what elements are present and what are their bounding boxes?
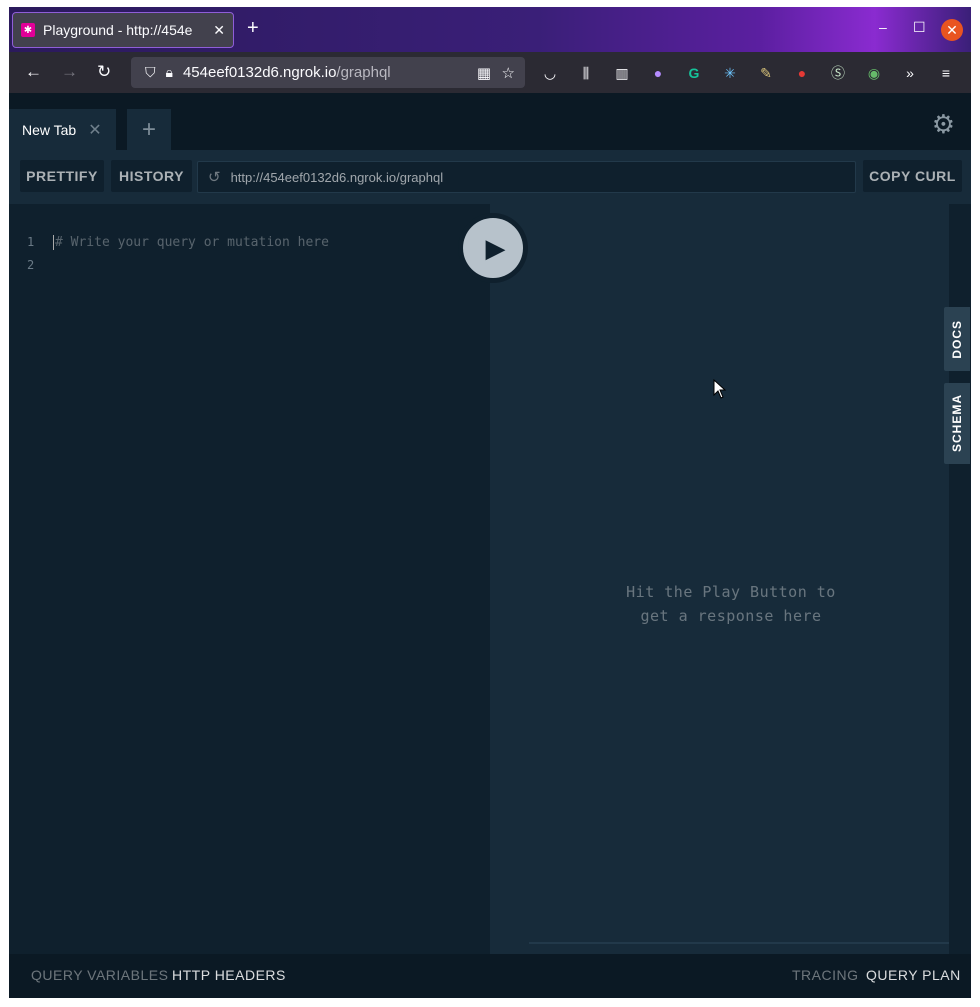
result-pane: Hit the Play Button to get a response he… (490, 204, 949, 954)
back-arrow-icon[interactable]: ← (25, 62, 42, 82)
prettify-button[interactable]: PRETTIFY (20, 160, 104, 192)
sidebar-icon[interactable]: ▥ (613, 64, 631, 82)
playground-tab-label: New Tab (22, 121, 77, 138)
docs-label: DOCS (950, 319, 964, 359)
bottom-panel-bar: QUERY VARIABLES HTTP HEADERS TRACING QUE… (9, 954, 971, 998)
mouse-cursor-icon (713, 379, 727, 399)
result-scrollbar[interactable] (529, 942, 949, 944)
playground-tab[interactable]: New Tab ✕ (9, 109, 116, 150)
playground-toolbar: PRETTIFY HISTORY ↺ http://454eef0132d6.n… (9, 150, 971, 204)
library-icon[interactable]: ⫼ (577, 64, 595, 82)
line-number: 1 (27, 235, 35, 249)
close-window-icon[interactable]: ✕ (941, 19, 963, 41)
grammarly-icon[interactable]: G (685, 64, 703, 82)
lock-icon[interactable]: 🔒︎ (166, 64, 173, 81)
hamburger-menu-icon[interactable]: ≡ (937, 64, 955, 82)
browser-tab-strip: ✱ Playground - http://454e ✕ + – ☐ ✕ (9, 7, 971, 52)
copy-curl-button[interactable]: COPY CURL (863, 160, 962, 192)
http-headers-tab[interactable]: HTTP HEADERS (172, 967, 286, 983)
extension-network-icon[interactable]: ✳ (721, 64, 739, 82)
reload-icon[interactable]: ↻ (97, 62, 111, 82)
result-hint-line: get a response here (640, 607, 822, 625)
editor-placeholder: # Write your query or mutation here (53, 235, 329, 250)
graphql-favicon-icon: ✱ (21, 23, 35, 37)
browser-window: ✱ Playground - http://454e ✕ + – ☐ ✕ ← →… (9, 7, 971, 998)
overflow-chevron-icon[interactable]: » (901, 64, 919, 82)
endpoint-input[interactable]: ↺ http://454eef0132d6.ngrok.io/graphql (197, 161, 856, 193)
execute-query-button[interactable]: ▶ (458, 213, 528, 283)
settings-gear-icon[interactable]: ⚙ (932, 109, 955, 140)
line-number: 2 (27, 258, 35, 272)
color-picker-icon[interactable]: ✎ (757, 64, 775, 82)
close-tab-icon[interactable]: ✕ (213, 22, 225, 39)
tracing-tab[interactable]: TRACING (792, 967, 859, 983)
extension-music-icon[interactable]: ● (649, 64, 667, 82)
shield-icon[interactable]: ⛉ (145, 64, 156, 81)
refresh-schema-icon[interactable]: ↺ (208, 168, 221, 186)
qr-code-icon[interactable]: ▦ (477, 64, 491, 82)
browser-navbar: ← → ↻ ⛉ 🔒︎ 454eef0132d6.ngrok.io/graphql… (9, 52, 971, 93)
bookmark-star-icon[interactable]: ☆ (502, 64, 515, 82)
minimize-window-icon[interactable]: – (879, 19, 887, 35)
browser-tab-title: Playground - http://454e (43, 22, 193, 38)
playground-tab-row: New Tab ✕ + ⚙ (9, 93, 971, 150)
schema-side-tab[interactable]: SCHEMA (944, 383, 970, 464)
result-hint: Hit the Play Button to get a response he… (490, 580, 971, 628)
history-button[interactable]: HISTORY (111, 160, 192, 192)
play-icon: ▶ (485, 232, 506, 263)
query-variables-tab[interactable]: QUERY VARIABLES (31, 967, 168, 983)
docs-side-tab[interactable]: DOCS (944, 307, 970, 371)
pocket-icon[interactable]: ◡ (541, 64, 559, 82)
query-plan-tab[interactable]: QUERY PLAN (866, 967, 961, 983)
sync-extension-icon[interactable]: ◉ (865, 64, 883, 82)
new-tab-button[interactable]: + (247, 18, 259, 38)
close-playground-tab-icon[interactable]: ✕ (88, 120, 101, 140)
address-bar[interactable]: ⛉ 🔒︎ 454eef0132d6.ngrok.io/graphql ▦ ☆ (131, 57, 525, 88)
forward-arrow-icon[interactable]: → (61, 62, 78, 82)
maximize-window-icon[interactable]: ☐ (913, 19, 926, 36)
schema-label: SCHEMA (950, 394, 964, 453)
tomato-timer-icon[interactable]: ● (793, 64, 811, 82)
url-host: 454eef0132d6.ngrok.io (182, 64, 337, 81)
endpoint-url: http://454eef0132d6.ngrok.io/graphql (230, 169, 444, 185)
browser-tab-playground[interactable]: ✱ Playground - http://454e ✕ (12, 12, 234, 48)
extension-s-icon[interactable]: Ⓢ (829, 64, 847, 82)
result-hint-line: Hit the Play Button to (626, 583, 836, 601)
query-editor[interactable]: 1 2 # Write your query or mutation here (9, 204, 490, 954)
url-path: /graphql (336, 64, 391, 81)
add-playground-tab-button[interactable]: + (127, 109, 171, 150)
